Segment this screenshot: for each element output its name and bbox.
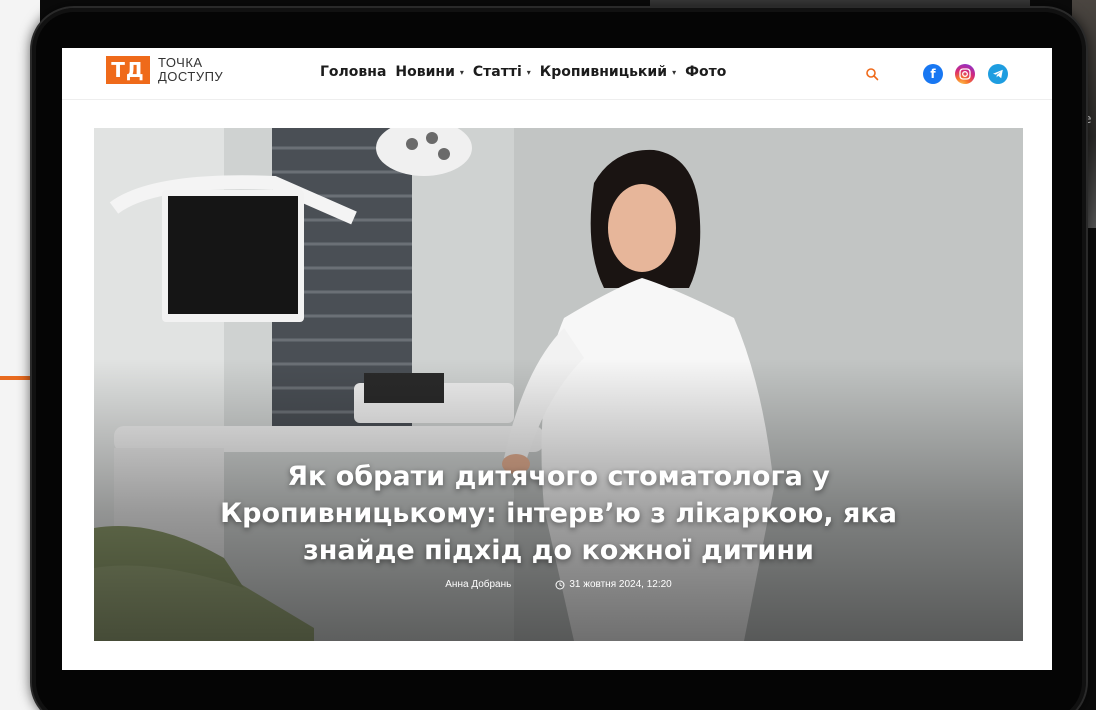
nav-label: Кропивницький xyxy=(539,64,668,80)
nav-label: Статті xyxy=(472,64,522,80)
logo-line-2: ДОСТУПУ xyxy=(158,69,224,84)
browser-screen: ТД ТОЧКА ДОСТУПУ Головна Новини ▾ Статті… xyxy=(62,48,1052,670)
nav-label: Головна xyxy=(320,64,387,80)
search-icon[interactable] xyxy=(865,66,879,81)
chevron-down-icon: ▾ xyxy=(672,67,677,77)
nav-item-news[interactable]: Новини ▾ xyxy=(395,64,464,80)
hero-caption: Як обрати дитячого стоматолога у Кропивн… xyxy=(94,458,1023,590)
article-author[interactable]: Анна Добрань xyxy=(445,579,511,590)
nav-item-articles[interactable]: Статті ▾ xyxy=(473,64,531,80)
site-header: ТД ТОЧКА ДОСТУПУ Головна Новини ▾ Статті… xyxy=(62,48,1052,100)
logo-line-1: ТОЧКА xyxy=(158,55,203,70)
logo-text: ТОЧКА ДОСТУПУ xyxy=(158,56,223,84)
article-title[interactable]: Як обрати дитячого стоматолога у Кропивн… xyxy=(94,458,1023,569)
chevron-down-icon: ▾ xyxy=(459,67,464,77)
article-date: 31 жовтня 2024, 12:20 xyxy=(569,579,672,590)
facebook-icon[interactable]: f xyxy=(923,64,943,84)
nav-item-kropyvnytskyi[interactable]: Кропивницький ▾ xyxy=(540,64,676,80)
nav-label: Фото xyxy=(685,64,727,80)
main-nav: Головна Новини ▾ Статті ▾ Кропивницький … xyxy=(320,64,726,80)
background-accent-line xyxy=(0,376,32,380)
hero-article[interactable]: Як обрати дитячого стоматолога у Кропивн… xyxy=(94,128,1023,641)
site-logo[interactable]: ТД ТОЧКА ДОСТУПУ xyxy=(106,56,223,84)
nav-label: Новини xyxy=(395,64,455,80)
chevron-down-icon: ▾ xyxy=(526,67,531,77)
telegram-icon[interactable] xyxy=(988,64,1008,84)
logo-mark: ТД xyxy=(106,56,150,84)
nav-item-photo[interactable]: Фото xyxy=(685,64,726,80)
instagram-icon[interactable] xyxy=(955,64,975,84)
article-meta: Анна Добрань 31 жовтня 2024, 12:20 xyxy=(94,579,1023,590)
clock-icon xyxy=(555,580,565,589)
article-date-wrapper: 31 жовтня 2024, 12:20 xyxy=(555,579,672,590)
nav-item-home[interactable]: Головна xyxy=(320,64,386,80)
